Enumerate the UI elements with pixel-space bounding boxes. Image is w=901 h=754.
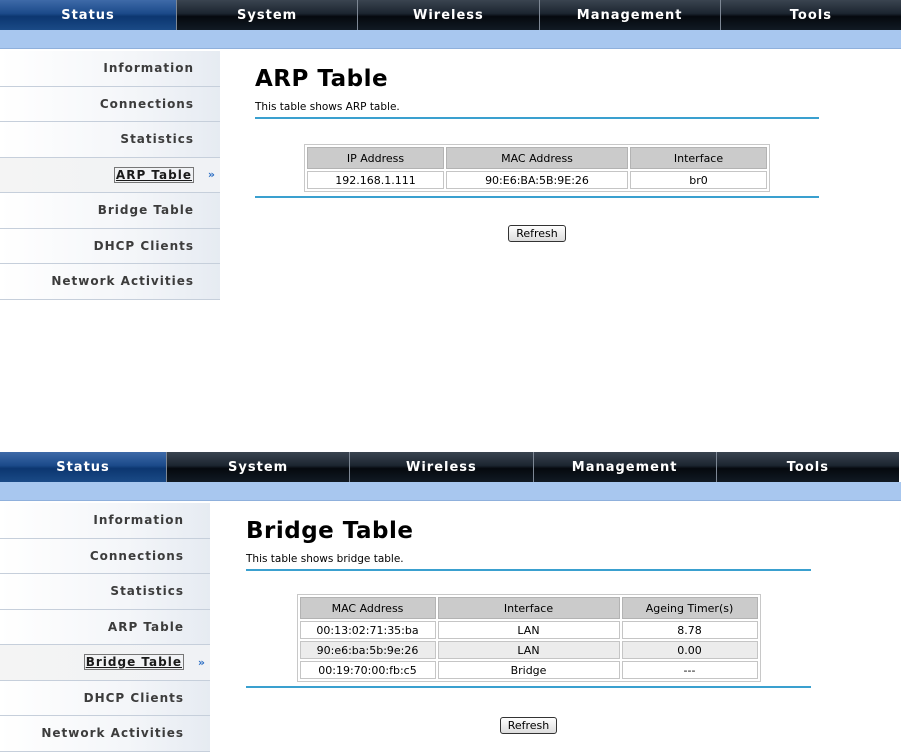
sidebar-item-information[interactable]: Information xyxy=(0,51,220,87)
sidebar-item-connections[interactable]: Connections xyxy=(0,538,210,574)
main-content: ARP Table This table shows ARP table. IP… xyxy=(255,66,819,242)
sidebar-item-label: Connections xyxy=(89,548,184,563)
sidebar-item-label: Bridge Table xyxy=(97,203,194,218)
sidebar-item-label: DHCP Clients xyxy=(83,690,184,705)
arp-table: IP Address MAC Address Interface 192.168… xyxy=(304,144,770,192)
tab-tools[interactable]: Tools xyxy=(720,0,901,30)
sidebar-item-label: Connections xyxy=(99,96,194,111)
table-cell: 00:19:70:00:fb:c5 xyxy=(299,661,436,679)
tab-system[interactable]: System xyxy=(167,452,351,482)
column-header: MAC Address xyxy=(299,597,436,619)
sidebar-item-label: Information xyxy=(103,61,194,76)
top-navigation: Status System Wireless Management Tools xyxy=(0,0,901,30)
sidebar-item-label: ARP Table xyxy=(113,166,194,183)
table-cell: 00:13:02:71:35:ba xyxy=(299,621,436,639)
column-header: Ageing Timer(s) xyxy=(621,597,758,619)
sidebar-item-label: Network Activities xyxy=(51,274,194,289)
tab-status[interactable]: Status xyxy=(0,0,177,30)
table-cell: 90:E6:BA:5B:9E:26 xyxy=(446,171,628,189)
table-cell: LAN xyxy=(437,621,620,639)
tab-wireless[interactable]: Wireless xyxy=(350,452,534,482)
table-row: 192.168.1.111 90:E6:BA:5B:9E:26 br0 xyxy=(307,171,767,189)
table-header-row: MAC Address Interface Ageing Timer(s) xyxy=(299,597,758,619)
sidebar-item-label: Bridge Table xyxy=(83,654,184,671)
sidebar-item-bridge-table[interactable]: Bridge Table » xyxy=(0,645,210,681)
table-row: 00:13:02:71:35:ba LAN 8.78 xyxy=(299,621,758,639)
top-navigation: Status System Wireless Management Tools xyxy=(0,452,899,482)
sidebar-item-connections[interactable]: Connections xyxy=(0,86,220,122)
sub-menu-bar xyxy=(0,30,901,49)
tab-tools[interactable]: Tools xyxy=(716,452,899,482)
refresh-button[interactable]: Refresh xyxy=(499,717,558,734)
sidebar-item-bridge-table[interactable]: Bridge Table xyxy=(0,193,220,229)
sidebar: Information Connections Statistics ARP T… xyxy=(0,51,220,300)
sidebar-item-arp-table[interactable]: ARP Table » xyxy=(0,157,220,193)
page-description: This table shows ARP table. xyxy=(255,101,400,113)
sidebar-item-dhcp-clients[interactable]: DHCP Clients xyxy=(0,228,220,264)
sidebar-item-network-activities[interactable]: Network Activities xyxy=(0,264,220,300)
sidebar-item-label: Information xyxy=(93,513,184,528)
page-title: Bridge Table xyxy=(246,518,414,544)
tab-management[interactable]: Management xyxy=(533,452,717,482)
sidebar-item-label: Statistics xyxy=(120,132,194,147)
double-chevron-right-icon: » xyxy=(197,655,206,669)
double-chevron-right-icon: » xyxy=(207,168,216,182)
table-cell: 8.78 xyxy=(621,621,758,639)
table-cell: 0.00 xyxy=(621,641,758,659)
table-cell: 90:e6:ba:5b:9e:26 xyxy=(299,641,436,659)
table-cell: --- xyxy=(621,661,758,679)
table-cell: Bridge xyxy=(437,661,620,679)
sidebar-item-label: ARP Table xyxy=(107,619,184,634)
sidebar-item-arp-table[interactable]: ARP Table xyxy=(0,609,210,645)
table-cell: br0 xyxy=(630,171,767,189)
table-header-row: IP Address MAC Address Interface xyxy=(307,147,767,169)
column-header: Interface xyxy=(630,147,767,169)
column-header: MAC Address xyxy=(446,147,628,169)
main-content: Bridge Table This table shows bridge tab… xyxy=(246,518,811,734)
column-header: IP Address xyxy=(307,147,444,169)
refresh-button[interactable]: Refresh xyxy=(508,225,566,242)
table-row: 90:e6:ba:5b:9e:26 LAN 0.00 xyxy=(299,641,758,659)
arp-table-screen: Status System Wireless Management Tools … xyxy=(0,0,901,300)
sidebar-item-dhcp-clients[interactable]: DHCP Clients xyxy=(0,680,210,716)
sidebar-item-network-activities[interactable]: Network Activities xyxy=(0,716,210,752)
column-header: Interface xyxy=(437,597,620,619)
tab-management[interactable]: Management xyxy=(539,0,721,30)
tab-status[interactable]: Status xyxy=(0,452,167,482)
page-description: This table shows bridge table. xyxy=(246,553,404,565)
sidebar-item-statistics[interactable]: Statistics xyxy=(0,574,210,610)
table-cell: 192.168.1.111 xyxy=(307,171,444,189)
tab-system[interactable]: System xyxy=(177,0,359,30)
table-cell: LAN xyxy=(437,641,620,659)
sidebar-item-information[interactable]: Information xyxy=(0,503,210,539)
sidebar-item-label: Network Activities xyxy=(41,726,184,741)
page-title: ARP Table xyxy=(255,66,389,92)
table-row: 00:19:70:00:fb:c5 Bridge --- xyxy=(299,661,758,679)
sidebar: Information Connections Statistics ARP T… xyxy=(0,503,210,752)
sidebar-item-statistics[interactable]: Statistics xyxy=(0,122,220,158)
tab-wireless[interactable]: Wireless xyxy=(358,0,540,30)
sub-menu-bar xyxy=(0,482,901,501)
sidebar-item-label: Statistics xyxy=(110,584,184,599)
sidebar-item-label: DHCP Clients xyxy=(93,238,194,253)
bridge-table: MAC Address Interface Ageing Timer(s) 00… xyxy=(296,594,761,682)
bridge-table-screen: Status System Wireless Management Tools … xyxy=(0,452,901,754)
